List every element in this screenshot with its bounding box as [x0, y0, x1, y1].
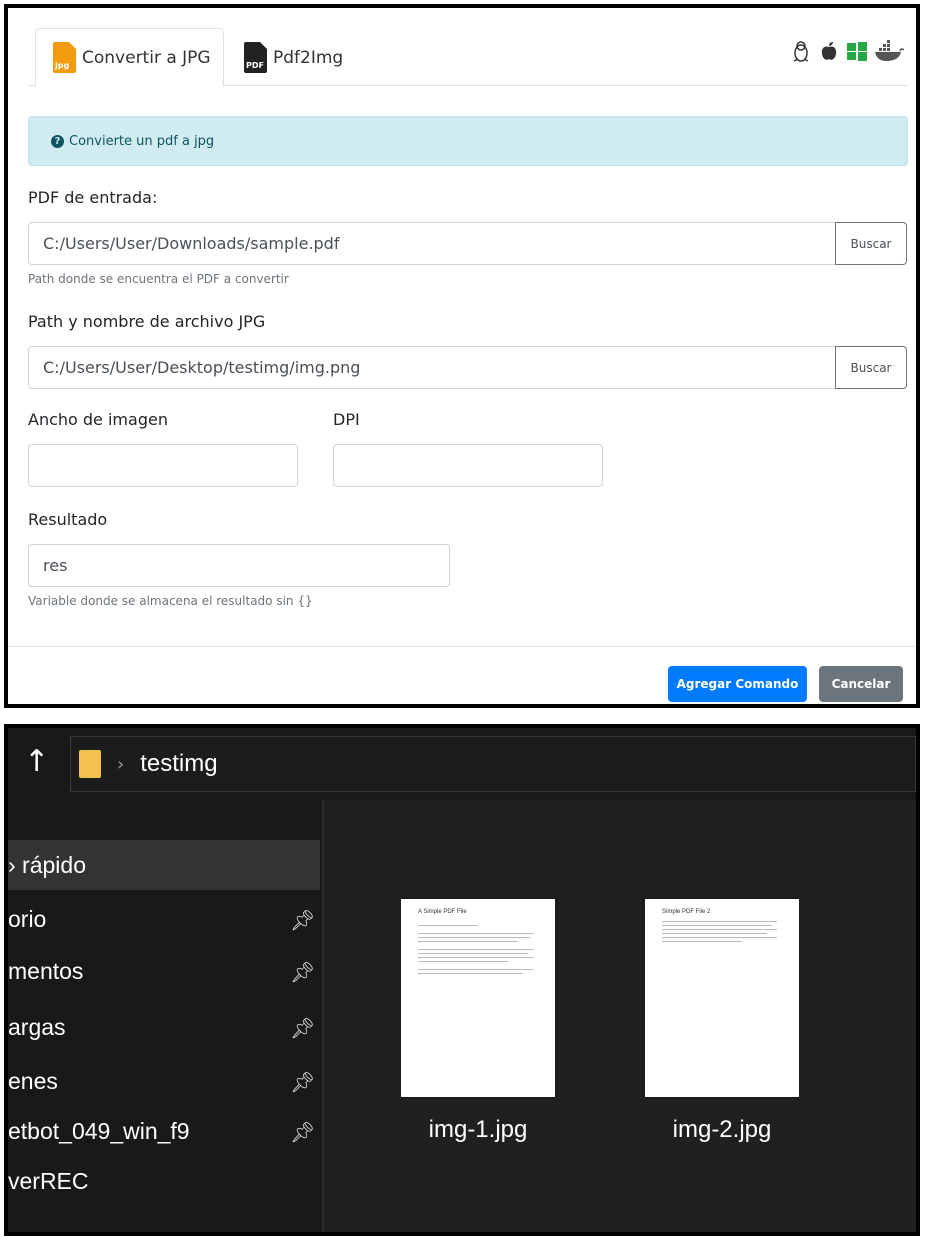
pin-icon: 📌︎: [290, 962, 316, 984]
nav-item-label: orio: [8, 905, 47, 932]
footer-divider: [8, 646, 916, 647]
nav-item-label: mentos: [8, 957, 84, 984]
pdf-file-icon: PDF: [244, 42, 267, 73]
jpg-output-field[interactable]: C:/Users/User/Desktop/testimg/img.png: [28, 346, 836, 389]
address-bar-area: ↑ › testimg: [8, 728, 916, 800]
tab-label: Pdf2Img: [273, 47, 344, 68]
tab-label: Convertir a JPG: [82, 47, 211, 68]
docker-icon: [874, 40, 905, 62]
file-thumbnail: Simple PDF File 2: [645, 899, 799, 1097]
nav-item-quick-access[interactable]: › rápido: [8, 840, 320, 890]
nav-item-powerrec[interactable]: verREC: [8, 1156, 320, 1206]
result-help: Variable donde se almacena el resultado …: [28, 594, 313, 608]
cancel-button[interactable]: Cancelar: [819, 666, 903, 702]
nav-item-documentos[interactable]: mentos 📌︎: [8, 946, 320, 996]
jpg-browse-button[interactable]: Buscar: [835, 346, 907, 389]
dpi-label: DPI: [333, 410, 360, 429]
pdf-input-label: PDF de entrada:: [28, 188, 158, 207]
width-label: Ancho de imagen: [28, 410, 168, 429]
pdf-input-help: Path donde se encuentra el PDF a convert…: [28, 272, 289, 286]
windows-icon: [846, 40, 868, 62]
alert-text: Convierte un pdf a jpg: [69, 133, 215, 149]
chevron-right-icon: ›: [117, 753, 125, 775]
file-name: img-1.jpg: [428, 1116, 528, 1143]
nav-item-label: verREC: [8, 1167, 89, 1194]
file-explorer: ↑ › testimg › rápido orio 📌︎ mentos 📌︎ a…: [4, 724, 920, 1236]
file-thumbnail: A Simple PDF File: [401, 899, 555, 1097]
file-name: img-2.jpg: [672, 1116, 772, 1143]
nav-item-rocketbot[interactable]: etbot_049_win_f9 📌︎: [8, 1106, 320, 1156]
navigation-pane: › rápido orio 📌︎ mentos 📌︎ argas 📌︎ enes…: [8, 800, 320, 1232]
nav-item-escritorio[interactable]: orio 📌︎: [8, 894, 320, 944]
tab-pdf2img[interactable]: PDF Pdf2Img: [244, 28, 343, 87]
question-circle-icon: ?: [51, 134, 64, 148]
file-list: A Simple PDF File img-1.jpg Simple PDF F…: [324, 800, 916, 1232]
nav-item-label: › rápido: [8, 851, 86, 878]
add-command-button[interactable]: Agregar Comando: [668, 666, 807, 702]
jpg-output-label: Path y nombre de archivo JPG: [28, 312, 266, 331]
width-field[interactable]: [28, 444, 298, 487]
folder-icon: [79, 750, 101, 778]
nav-item-imagenes[interactable]: enes 📌︎: [8, 1056, 320, 1106]
dpi-field[interactable]: [333, 444, 603, 487]
pdf-input-field[interactable]: C:/Users/User/Downloads/sample.pdf: [28, 222, 836, 265]
pin-icon: 📌︎: [290, 1018, 316, 1040]
pdf-browse-button[interactable]: Buscar: [835, 222, 907, 265]
nav-item-label: argas: [8, 1013, 66, 1040]
linux-icon: [790, 40, 812, 62]
pin-icon: 📌︎: [290, 910, 316, 932]
up-arrow-icon[interactable]: ↑: [24, 744, 49, 779]
tab-bar: jpg Convertir a JPG PDF Pdf2Img: [28, 28, 908, 87]
nav-item-label: enes: [8, 1067, 58, 1094]
tab-convertir-a-jpg[interactable]: jpg Convertir a JPG: [35, 28, 224, 87]
breadcrumb-testimg[interactable]: testimg: [140, 750, 217, 778]
address-bar[interactable]: › testimg: [70, 736, 916, 792]
result-field[interactable]: res: [28, 544, 450, 587]
result-label: Resultado: [28, 510, 108, 529]
jpg-file-icon: jpg: [53, 42, 76, 73]
pin-icon: 📌︎: [290, 1122, 316, 1144]
command-dialog: jpg Convertir a JPG PDF Pdf2Img ? Convie…: [4, 4, 920, 708]
pin-icon: 📌︎: [290, 1072, 316, 1094]
info-alert: ? Convierte un pdf a jpg: [28, 116, 908, 166]
apple-icon: [818, 40, 840, 62]
os-icons: [790, 40, 905, 62]
nav-item-descargas[interactable]: argas 📌︎: [8, 1002, 320, 1052]
nav-item-label: etbot_049_win_f9: [8, 1117, 190, 1144]
